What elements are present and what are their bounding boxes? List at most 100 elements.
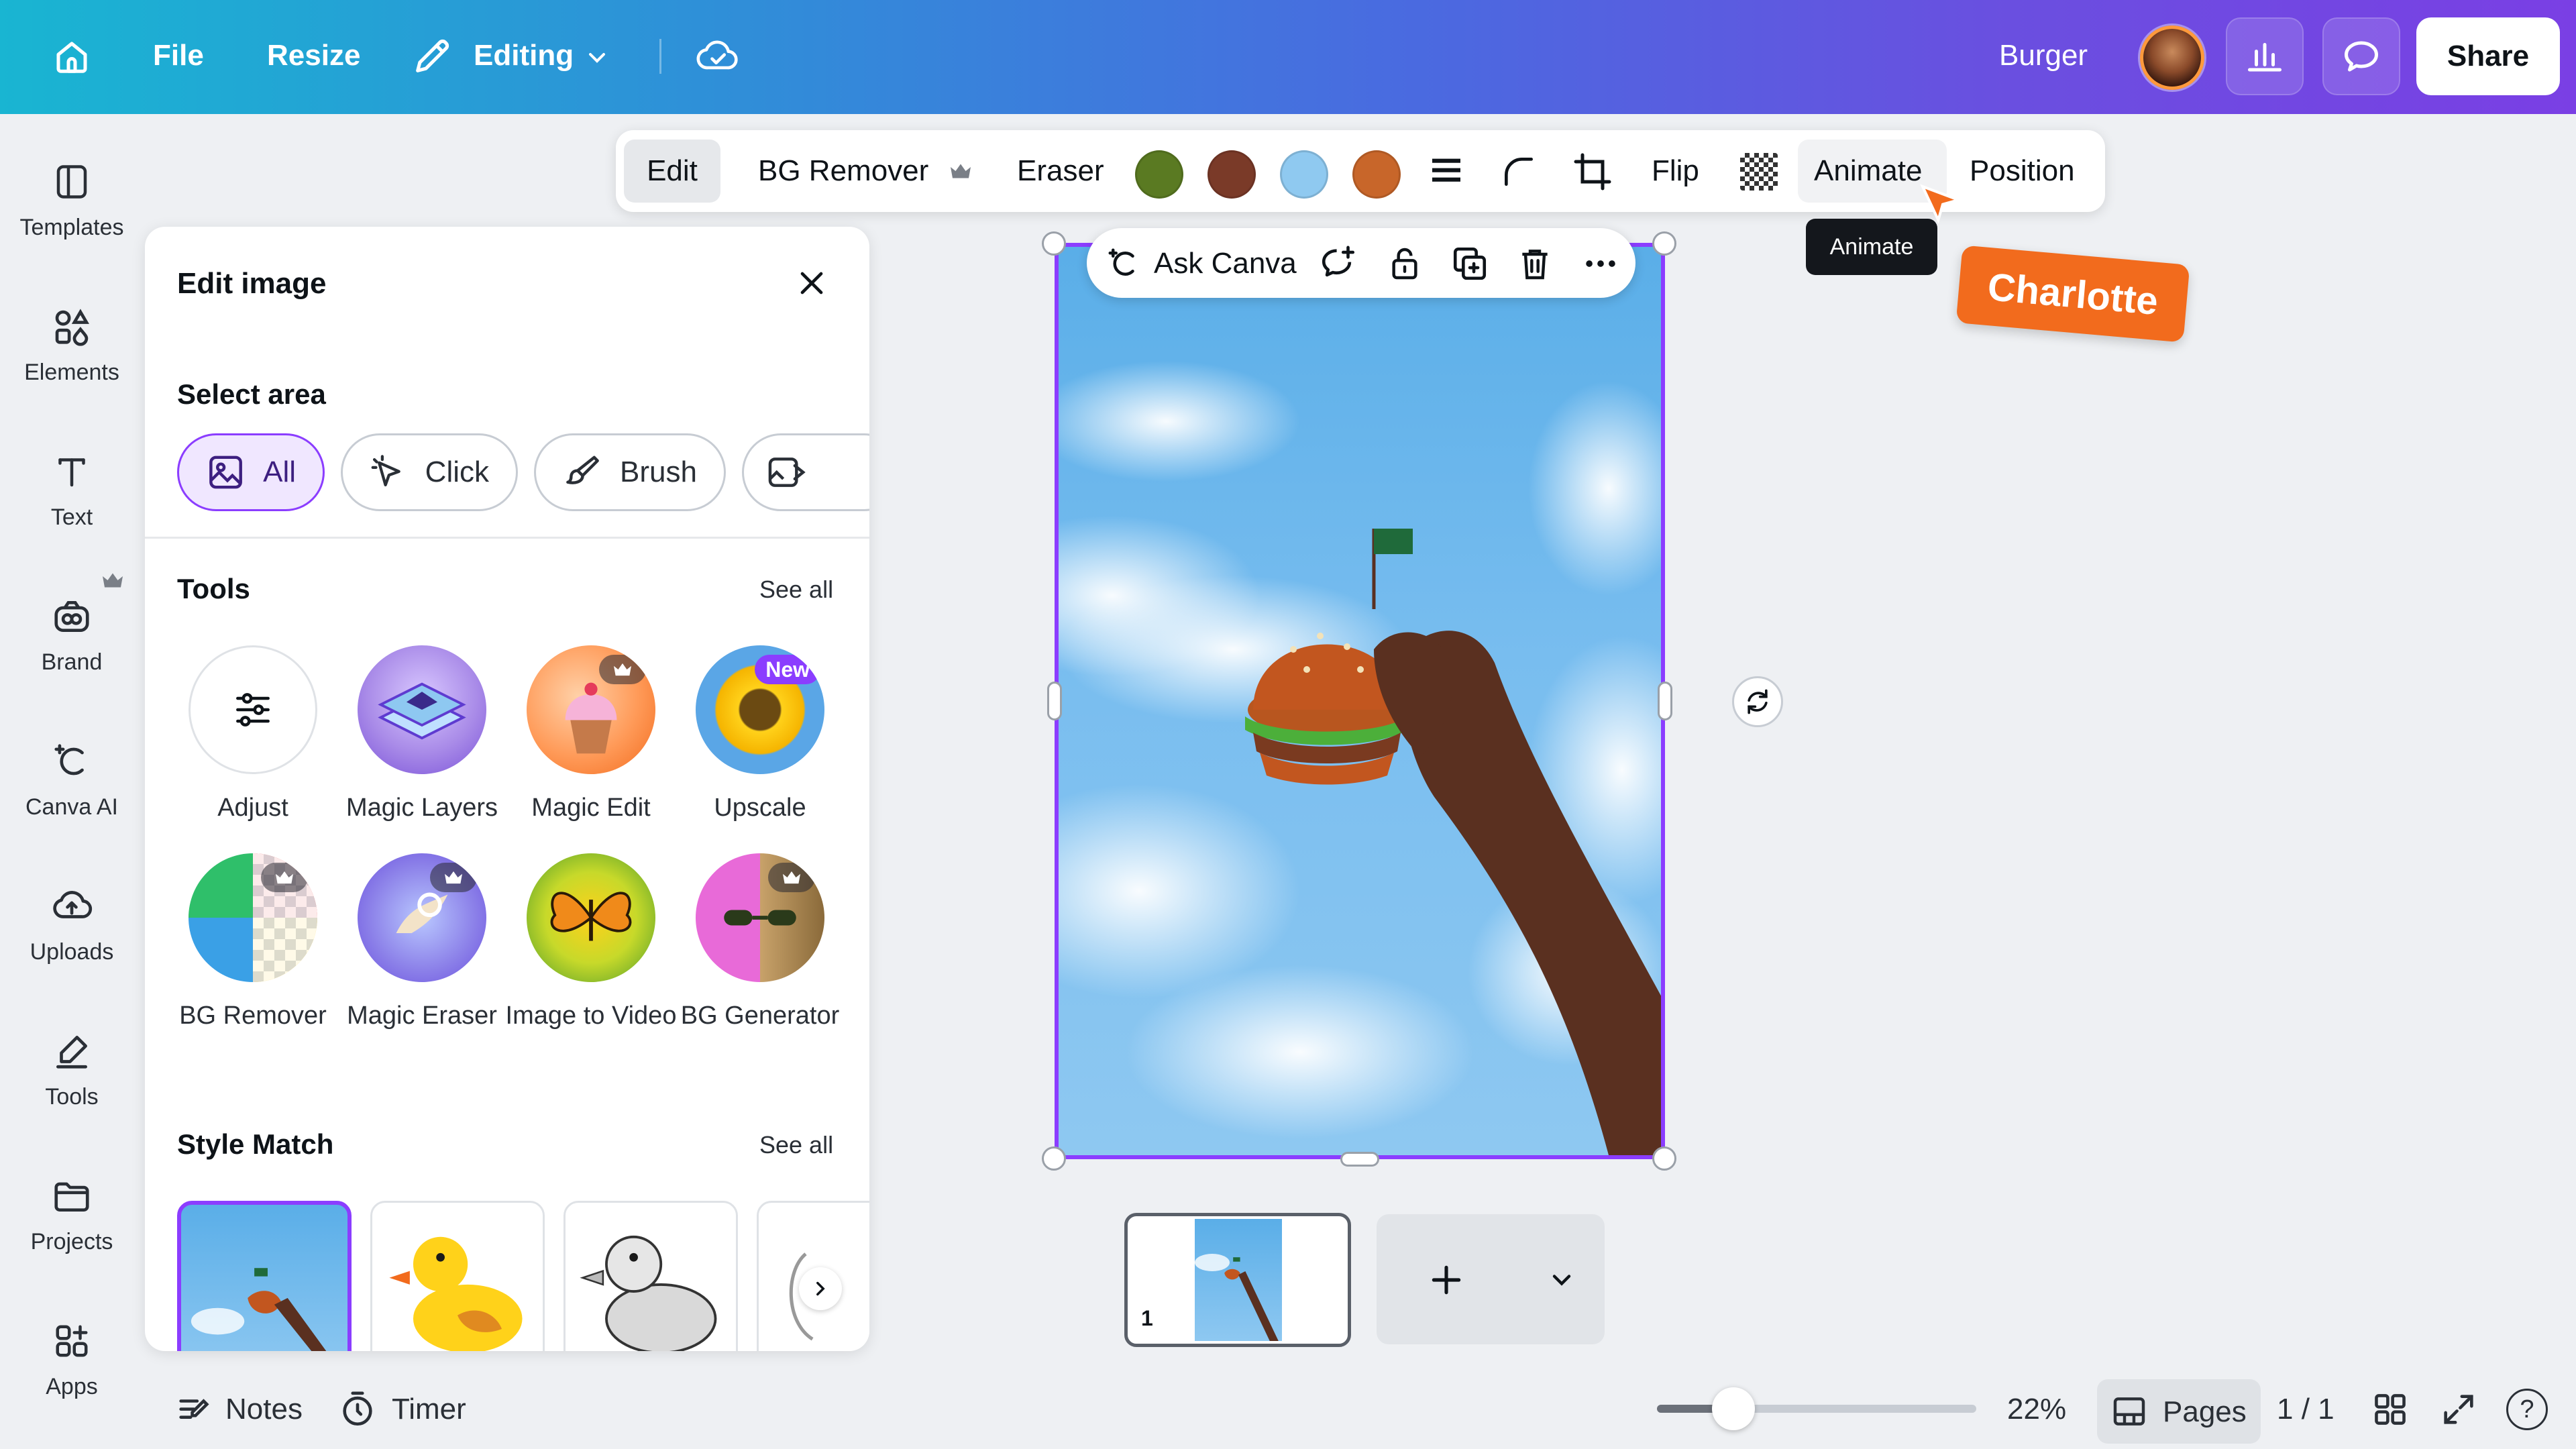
color-swatch-orange[interactable]	[1352, 150, 1401, 199]
notes-icon[interactable]	[174, 1391, 213, 1430]
tool-image-to-video[interactable]: Image to Video	[506, 853, 676, 1036]
bg-remover-button[interactable]: BG Remover	[758, 154, 928, 188]
chevron-down-icon[interactable]	[1547, 1265, 1576, 1295]
resize-handle-bottom-right[interactable]	[1652, 1146, 1676, 1171]
rail-item-apps[interactable]: Apps	[0, 1318, 144, 1400]
border-style-icon[interactable]	[1428, 153, 1465, 191]
share-button[interactable]: Share	[2416, 17, 2560, 95]
edit-button[interactable]: Edit	[624, 140, 720, 203]
position-button[interactable]: Position	[1970, 154, 2075, 188]
context-toolbar: Edit BG Remover Eraser Flip Animate Posi…	[616, 130, 2105, 212]
rail-item-projects[interactable]: Projects	[0, 1173, 144, 1255]
chevron-right-icon[interactable]	[799, 1267, 842, 1310]
tool-bg-generator[interactable]: BG Generator	[676, 853, 844, 1036]
tool-bg-remover[interactable]: BG Remover	[169, 853, 337, 1036]
tool-magic-layers[interactable]: Magic Layers	[338, 645, 506, 828]
collaborator-name-tag: Charlotte	[1955, 245, 2190, 343]
more-options-icon[interactable]	[1580, 244, 1621, 283]
crop-icon[interactable]	[1572, 152, 1613, 192]
design-canvas[interactable]	[1055, 243, 1665, 1159]
select-brush-chip[interactable]: Brush	[534, 433, 726, 511]
chevron-down-icon[interactable]	[584, 44, 610, 71]
style-match-see-all-link[interactable]: See all	[759, 1131, 833, 1159]
rail-item-text[interactable]: Text	[0, 448, 144, 531]
add-comment-icon[interactable]	[1319, 244, 1358, 283]
tool-adjust[interactable]: Adjust	[169, 645, 337, 828]
tools-see-all-link[interactable]: See all	[759, 576, 833, 604]
rail-label: Apps	[46, 1374, 98, 1399]
cloud-saved-icon[interactable]	[695, 35, 741, 78]
notes-button[interactable]: Notes	[225, 1393, 303, 1426]
rail-item-elements[interactable]: Elements	[0, 303, 144, 386]
rail-item-brand[interactable]: Brand	[0, 593, 144, 676]
trash-icon[interactable]	[1516, 244, 1554, 283]
rail-item-templates[interactable]: Templates	[0, 158, 144, 241]
flip-button[interactable]: Flip	[1652, 154, 1699, 188]
tools-icon	[48, 1028, 95, 1075]
fullscreen-icon[interactable]	[2439, 1390, 2478, 1429]
transparency-icon[interactable]	[1740, 153, 1778, 191]
resize-handle-right[interactable]	[1658, 682, 1672, 720]
add-page-button[interactable]	[1377, 1214, 1605, 1344]
pages-button[interactable]: Pages	[2097, 1379, 2261, 1444]
rail-item-tools[interactable]: Tools	[0, 1028, 144, 1110]
style-card-burger[interactable]	[177, 1201, 352, 1351]
corner-rounding-icon[interactable]	[1500, 153, 1538, 191]
resize-handle-bottom-left[interactable]	[1042, 1146, 1066, 1171]
style-card-sketch-duck[interactable]	[564, 1201, 738, 1351]
select-click-chip[interactable]: Click	[341, 433, 518, 511]
close-icon[interactable]	[793, 264, 830, 302]
file-menu[interactable]: File	[153, 39, 204, 72]
style-card-duck[interactable]	[370, 1201, 545, 1351]
tools-heading: Tools	[177, 573, 250, 604]
timer-icon[interactable]	[338, 1390, 377, 1429]
comments-button[interactable]	[2322, 17, 2400, 95]
new-badge: New	[755, 655, 820, 684]
rail-label: Text	[50, 504, 93, 530]
resize-menu[interactable]: Resize	[267, 39, 360, 72]
grid-view-icon[interactable]	[2371, 1390, 2410, 1429]
tool-magic-edit[interactable]: Magic Edit	[507, 645, 675, 828]
help-button[interactable]: ?	[2506, 1389, 2548, 1430]
duplicate-icon[interactable]	[1450, 244, 1489, 283]
resize-handle-left[interactable]	[1047, 682, 1062, 720]
pages-icon	[2113, 1397, 2145, 1426]
rotate-icon[interactable]	[1732, 676, 1783, 727]
rail-label: Uploads	[30, 939, 114, 965]
style-card-more[interactable]	[757, 1201, 869, 1351]
tool-label: BG Remover	[179, 1002, 327, 1030]
tool-upscale[interactable]: New Upscale	[676, 645, 844, 828]
editing-mode-dropdown[interactable]: Editing	[474, 39, 574, 72]
pencil-icon[interactable]	[411, 35, 453, 78]
ask-canva-button[interactable]: Ask Canva	[1154, 247, 1297, 280]
eraser-button[interactable]: Eraser	[1017, 154, 1104, 188]
rail-item-canva-ai[interactable]: Canva AI	[0, 738, 144, 820]
canva-ai-icon[interactable]	[1106, 246, 1142, 282]
tool-magic-eraser[interactable]: Magic Eraser	[338, 853, 506, 1036]
project-title[interactable]: Burger	[1999, 39, 2088, 72]
burger-photo	[1059, 361, 1661, 1155]
resize-handle-top-left[interactable]	[1042, 231, 1066, 256]
resize-handle-bottom[interactable]	[1340, 1152, 1379, 1167]
select-all-chip[interactable]: All	[177, 433, 325, 511]
divider	[659, 39, 661, 74]
color-swatch-light-blue[interactable]	[1280, 150, 1328, 199]
zoom-slider-knob[interactable]	[1712, 1387, 1755, 1430]
elements-icon	[48, 303, 95, 350]
animate-button[interactable]: Animate	[1814, 154, 1922, 188]
tool-label: Adjust	[217, 794, 288, 822]
color-swatch-green[interactable]	[1135, 150, 1183, 199]
timer-button[interactable]: Timer	[392, 1393, 466, 1426]
resize-handle-top-right[interactable]	[1652, 231, 1676, 256]
rail-item-uploads[interactable]: Uploads	[0, 883, 144, 965]
avatar[interactable]	[2140, 25, 2204, 90]
brand-icon	[48, 593, 95, 640]
page-thumbnail[interactable]: 1	[1124, 1213, 1351, 1347]
top-bar: File Resize Editing Burger Share	[0, 0, 2576, 114]
lock-icon[interactable]	[1386, 244, 1424, 283]
color-swatch-brown[interactable]	[1208, 150, 1256, 199]
insights-button[interactable]	[2226, 17, 2304, 95]
zoom-level[interactable]: 22%	[2007, 1393, 2066, 1426]
home-icon[interactable]	[48, 34, 95, 80]
select-more-chip[interactable]	[742, 433, 869, 511]
